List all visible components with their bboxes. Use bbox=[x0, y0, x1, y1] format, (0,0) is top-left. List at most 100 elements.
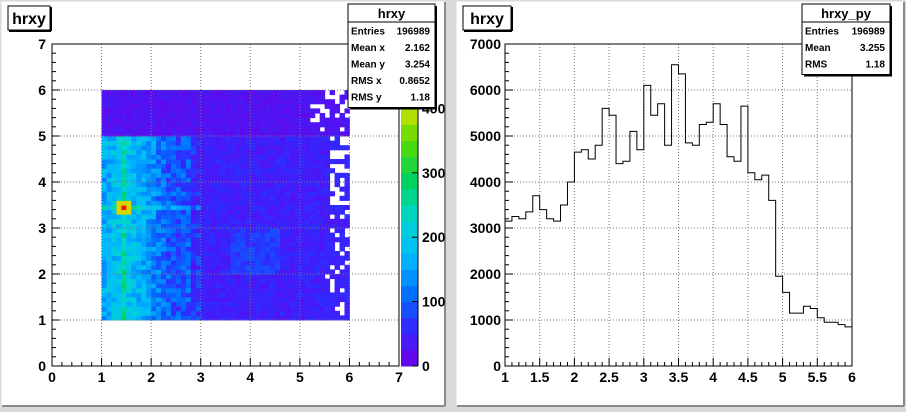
heatmap-cell bbox=[270, 205, 276, 211]
heatmap-cell bbox=[116, 218, 122, 224]
heatmap-cell bbox=[255, 140, 261, 146]
heatmap-cell bbox=[220, 94, 226, 100]
heatmap-cell bbox=[240, 90, 246, 96]
heatmap-cell bbox=[121, 191, 127, 197]
heatmap-cell bbox=[220, 205, 226, 211]
heatmap-cell bbox=[289, 126, 296, 132]
heatmap-cell bbox=[309, 200, 316, 206]
heatmap-cell bbox=[151, 140, 157, 146]
heatmap-cell bbox=[284, 241, 291, 247]
heatmap-cell bbox=[126, 149, 132, 155]
heatmap-cell bbox=[319, 228, 326, 234]
heatmap-cell bbox=[180, 195, 187, 201]
heatmap-cell bbox=[260, 122, 266, 128]
heatmap-cell bbox=[180, 140, 187, 146]
heatmap-cell bbox=[141, 205, 147, 211]
x-tick-label: 1 bbox=[98, 369, 106, 385]
heatmap-cell bbox=[166, 182, 172, 188]
heatmap-cell bbox=[151, 136, 157, 142]
heatmap-cell bbox=[205, 251, 212, 257]
heatmap-cell bbox=[161, 251, 167, 257]
heatmap-cell bbox=[106, 195, 112, 201]
heatmap-cell bbox=[205, 287, 212, 293]
heatmap-cell bbox=[324, 246, 331, 252]
heatmap-cell bbox=[225, 260, 231, 266]
heatmap-cell bbox=[314, 205, 321, 211]
heatmap-cell bbox=[270, 232, 276, 238]
heatmap-cell bbox=[324, 200, 331, 206]
right-stats-box[interactable]: hrxy_pyEntries 196989Mean 3.255RMS 1.18 bbox=[801, 3, 892, 77]
colorbar-tick-label: 0 bbox=[422, 358, 430, 374]
heatmap-cell bbox=[175, 113, 182, 119]
heatmap-cell bbox=[185, 154, 192, 160]
heatmap-cell bbox=[205, 241, 212, 247]
heatmap-cell bbox=[141, 103, 147, 109]
heatmap-cell bbox=[314, 172, 321, 178]
heatmap-cell bbox=[220, 90, 226, 96]
heatmap-cell bbox=[111, 200, 117, 206]
heatmap-cell bbox=[151, 228, 157, 234]
heatmap-cell bbox=[161, 159, 167, 165]
heatmap-cell bbox=[126, 140, 132, 146]
heatmap-cell bbox=[185, 200, 192, 206]
heatmap-cell bbox=[280, 94, 286, 100]
heatmap-cell bbox=[126, 246, 132, 252]
heatmap-cell bbox=[275, 154, 281, 160]
left-title-box[interactable]: hrxy bbox=[7, 5, 52, 32]
heatmap-cell bbox=[299, 108, 306, 114]
heatmap-cell bbox=[166, 274, 172, 280]
heatmap-cell bbox=[170, 283, 177, 289]
heatmap-cell bbox=[101, 283, 108, 289]
heatmap-cell bbox=[225, 306, 231, 312]
heatmap-cell bbox=[101, 149, 108, 155]
heatmap-cell bbox=[161, 214, 167, 220]
heatmap-cell bbox=[185, 205, 192, 211]
heatmap-cell bbox=[319, 241, 326, 247]
heatmap-cell bbox=[289, 108, 296, 114]
heatmap-cell bbox=[215, 251, 222, 257]
heatmap-cell bbox=[220, 287, 226, 293]
heatmap-cell bbox=[230, 260, 236, 266]
heatmap-cell bbox=[339, 292, 345, 298]
heatmap-cell bbox=[270, 136, 276, 142]
heatmap-cell bbox=[210, 168, 217, 174]
heatmap-cell bbox=[304, 163, 311, 169]
heatmap-cell bbox=[170, 237, 177, 243]
heatmap-cell bbox=[225, 214, 231, 220]
heatmap-cell bbox=[324, 163, 331, 169]
heatmap-cell bbox=[175, 94, 182, 100]
heatmap-cell bbox=[304, 182, 311, 188]
heatmap-cell bbox=[141, 126, 147, 132]
heatmap-cell bbox=[131, 145, 137, 151]
heatmap-cell bbox=[230, 274, 236, 280]
left-stats-box[interactable]: hrxyEntries 196989Mean x 2.162Mean y 3.254R… bbox=[347, 3, 437, 110]
right-title-box[interactable]: hrxy bbox=[462, 5, 513, 32]
heatmap-cell bbox=[185, 90, 192, 96]
heatmap-cell bbox=[270, 241, 276, 247]
heatmap-cell bbox=[260, 108, 266, 114]
heatmap-cell bbox=[280, 283, 286, 289]
heatmap-cell bbox=[126, 214, 132, 220]
heatmap-cell bbox=[329, 241, 336, 247]
heatmap-cell bbox=[299, 232, 306, 238]
heatmap-cell bbox=[230, 301, 236, 307]
heatmap-cell bbox=[106, 292, 112, 298]
heatmap-cell bbox=[161, 246, 167, 252]
heatmap-cell bbox=[175, 182, 182, 188]
heatmap-cell bbox=[230, 232, 236, 238]
heatmap-cell bbox=[170, 149, 177, 155]
stats-label: Mean bbox=[805, 43, 831, 54]
heatmap-cell bbox=[101, 90, 108, 96]
heatmap-cell bbox=[299, 136, 306, 142]
heatmap-cell bbox=[106, 90, 112, 96]
heatmap-cell bbox=[136, 154, 142, 160]
heatmap-cell bbox=[116, 186, 122, 192]
y-tick-label: 1 bbox=[38, 312, 46, 328]
heatmap-cell bbox=[170, 209, 177, 215]
heatmap-cell bbox=[170, 297, 177, 303]
colorbar-segment bbox=[401, 172, 418, 190]
heatmap-cell bbox=[314, 237, 321, 243]
heatmap-cell bbox=[240, 195, 246, 201]
y-tick-label: 4000 bbox=[470, 174, 501, 190]
heatmap-cell bbox=[166, 232, 172, 238]
